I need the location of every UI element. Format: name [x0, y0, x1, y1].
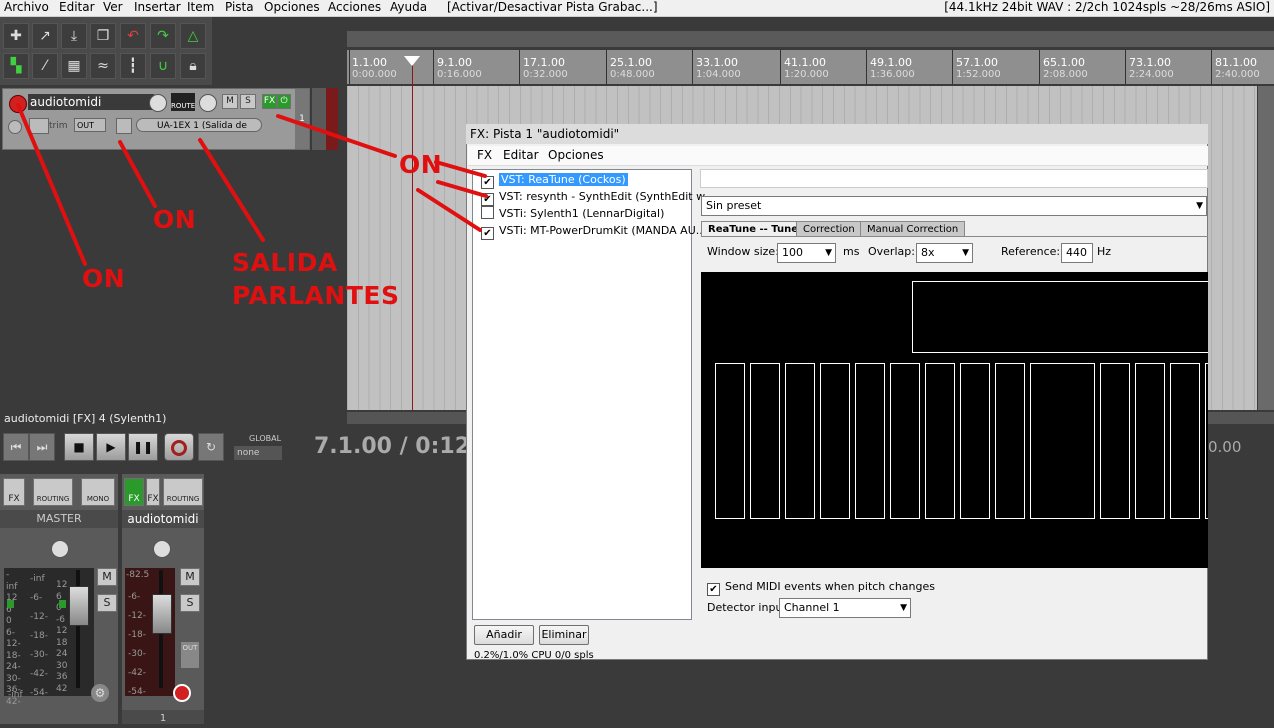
annotation-on-fx: ON [399, 150, 443, 179]
annotation-on-monitor: ON [153, 205, 197, 234]
annotation-arrows [16, 103, 488, 266]
annotation-on-record: ON [82, 264, 126, 293]
annotation-salida: SALIDA [232, 248, 338, 277]
annotation-parlantes: PARLANTES [232, 281, 400, 310]
